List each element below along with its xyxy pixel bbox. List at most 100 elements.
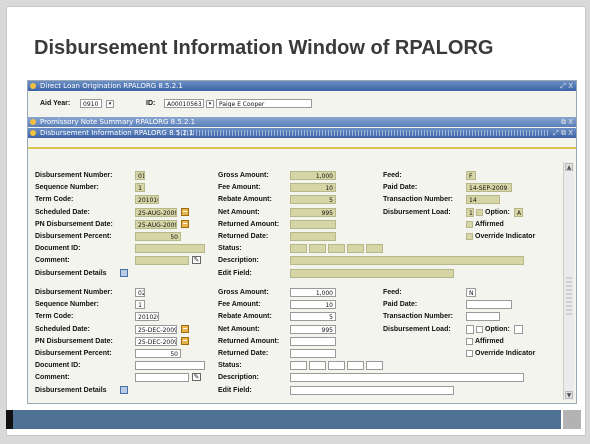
comment-field[interactable] bbox=[135, 256, 189, 266]
scroll-down-icon[interactable]: ▼ bbox=[565, 391, 573, 399]
right-label-transaction-number: Transaction Number: bbox=[383, 313, 454, 321]
calendar-icon[interactable] bbox=[181, 324, 189, 333]
status-field[interactable] bbox=[347, 361, 364, 371]
override-checkbox-icon[interactable] bbox=[466, 350, 473, 357]
status-field[interactable] bbox=[290, 244, 307, 254]
pn-disbursement-date-field[interactable]: 25-AUG-2009 bbox=[135, 219, 177, 229]
main-window-controls[interactable]: ⤢ X bbox=[560, 81, 573, 91]
affirmed-label: Affirmed bbox=[475, 337, 504, 345]
disbursement-percent-field[interactable]: 50 bbox=[135, 232, 181, 241]
fee-amount-field[interactable]: 10 bbox=[290, 183, 336, 193]
block-divider bbox=[28, 147, 576, 149]
returned-date-field[interactable] bbox=[290, 232, 336, 241]
scheduled-date-field[interactable]: 25-AUG-2009 bbox=[135, 207, 177, 217]
disbursement-window-controls[interactable]: ⤢ ⧉ X bbox=[553, 128, 573, 138]
transaction-number-field[interactable] bbox=[466, 312, 500, 322]
edit-icon[interactable]: ✎ bbox=[192, 373, 201, 382]
option-checkbox-icon[interactable] bbox=[476, 325, 483, 333]
returned-amount-field[interactable] bbox=[290, 336, 336, 346]
net-amount-field[interactable]: 995 bbox=[290, 207, 336, 217]
disbursement-number-field[interactable]: 02 bbox=[135, 288, 145, 297]
feed-field[interactable]: N bbox=[466, 288, 476, 297]
status-field[interactable] bbox=[328, 361, 345, 371]
term-code-field[interactable]: 201010 bbox=[135, 195, 159, 205]
left-label-pn_disb_date: PN Disbursement Date: bbox=[35, 220, 113, 228]
document-id-field[interactable] bbox=[135, 361, 205, 371]
aid-year-field[interactable]: 0910 bbox=[80, 99, 102, 108]
status-field[interactable] bbox=[290, 361, 307, 371]
option-field[interactable] bbox=[514, 324, 523, 334]
right-label-paid-date: Paid Date: bbox=[383, 184, 418, 192]
scrollbar[interactable]: ▲ ▼ bbox=[563, 162, 574, 400]
middle-label-returned_date: Returned Date: bbox=[218, 233, 269, 240]
paid-date-field[interactable]: 14-SEP-2009 bbox=[466, 183, 512, 193]
option-label: Option: bbox=[485, 325, 510, 333]
id-lookup-dropdown-icon[interactable]: ▾ bbox=[206, 100, 214, 108]
scroll-up-icon[interactable]: ▲ bbox=[565, 163, 573, 171]
middle-label-rebate: Rebate Amount: bbox=[218, 313, 272, 321]
details-icon[interactable] bbox=[120, 385, 128, 394]
scheduled-date-field[interactable]: 25-DEC-2009 bbox=[135, 324, 177, 334]
middle-label-gross: Gross Amount: bbox=[218, 289, 269, 296]
document-id-field[interactable] bbox=[135, 244, 205, 254]
option-field[interactable]: A bbox=[514, 207, 523, 217]
gross-amount-field[interactable]: 1,000 bbox=[290, 288, 336, 297]
edit-icon[interactable]: ✎ bbox=[192, 256, 201, 265]
returned-amount-field[interactable] bbox=[290, 219, 336, 229]
status-field[interactable] bbox=[309, 244, 326, 254]
gross-amount-field[interactable]: 1,000 bbox=[290, 171, 336, 180]
middle-label-status: Status: bbox=[218, 245, 242, 253]
rebate-amount-field[interactable]: 5 bbox=[290, 312, 336, 322]
main-window-titlebar[interactable]: Direct Loan Origination RPALORG 8.5.2.1 … bbox=[28, 81, 576, 91]
comment-field[interactable] bbox=[135, 373, 189, 383]
pn-disbursement-date-field[interactable]: 25-DEC-2009 bbox=[135, 336, 177, 346]
override-checkbox-icon[interactable] bbox=[466, 233, 473, 240]
left-label-disb_number: Disbursement Number: bbox=[35, 172, 113, 179]
option-checkbox-icon[interactable] bbox=[476, 208, 483, 216]
net-amount-field[interactable]: 995 bbox=[290, 324, 336, 334]
left-label-seq_number: Sequence Number: bbox=[35, 184, 99, 192]
middle-label-status: Status: bbox=[218, 362, 242, 370]
status-field[interactable] bbox=[347, 244, 364, 254]
disbursement-number-field[interactable]: 01 bbox=[135, 171, 145, 180]
aid-year-dropdown-icon[interactable]: ▾ bbox=[106, 100, 114, 108]
transaction-number-field[interactable]: 14 bbox=[466, 195, 500, 205]
calendar-icon[interactable] bbox=[181, 336, 189, 345]
sequence-number-field[interactable]: 1 bbox=[135, 183, 145, 193]
id-field[interactable]: A00010563 bbox=[164, 99, 204, 108]
status-field[interactable] bbox=[366, 244, 383, 254]
disbursement-load-field[interactable]: 1 bbox=[466, 207, 474, 217]
scroll-thumb[interactable] bbox=[566, 277, 572, 317]
promissory-note-titlebar[interactable]: Promissory Note Summary RPALORG 8.5.2.1 … bbox=[28, 117, 576, 127]
description-field[interactable] bbox=[290, 256, 524, 266]
paid-date-field[interactable] bbox=[466, 300, 512, 310]
left-label-disb_details: Disbursement Details bbox=[35, 269, 107, 277]
student-name-field: Paige E Cooper bbox=[216, 99, 312, 108]
disbursement-load-field[interactable] bbox=[466, 324, 474, 334]
middle-label-edit_field: Edit Field: bbox=[218, 386, 252, 394]
status-field[interactable] bbox=[309, 361, 326, 371]
fee-amount-field[interactable]: 10 bbox=[290, 300, 336, 310]
disbursement-percent-field[interactable]: 50 bbox=[135, 349, 181, 358]
middle-label-description: Description: bbox=[218, 374, 259, 382]
status-field[interactable] bbox=[328, 244, 345, 254]
right-label-disbursement-load: Disbursement Load: bbox=[383, 208, 451, 216]
details-icon[interactable] bbox=[120, 268, 128, 277]
edit-field[interactable] bbox=[290, 268, 454, 278]
calendar-icon[interactable] bbox=[181, 207, 189, 216]
affirmed-label: Affirmed bbox=[475, 220, 504, 228]
sequence-number-field[interactable]: 1 bbox=[135, 300, 145, 310]
edit-field[interactable] bbox=[290, 385, 454, 395]
promissory-window-controls[interactable]: ⧉ X bbox=[561, 117, 573, 127]
description-field[interactable] bbox=[290, 373, 524, 383]
affirmed-checkbox-icon[interactable] bbox=[466, 337, 473, 345]
disbursement-titlebar[interactable]: Disbursement Information RPALORG 8.5.2.1… bbox=[28, 128, 576, 138]
calendar-icon[interactable] bbox=[181, 219, 189, 228]
status-field[interactable] bbox=[366, 361, 383, 371]
affirmed-checkbox-icon[interactable] bbox=[466, 220, 473, 228]
middle-label-returned_amount: Returned Amount: bbox=[218, 220, 280, 228]
feed-field[interactable]: F bbox=[466, 171, 476, 180]
returned-date-field[interactable] bbox=[290, 349, 336, 358]
term-code-field[interactable]: 201020 bbox=[135, 312, 159, 322]
rebate-amount-field[interactable]: 5 bbox=[290, 195, 336, 205]
